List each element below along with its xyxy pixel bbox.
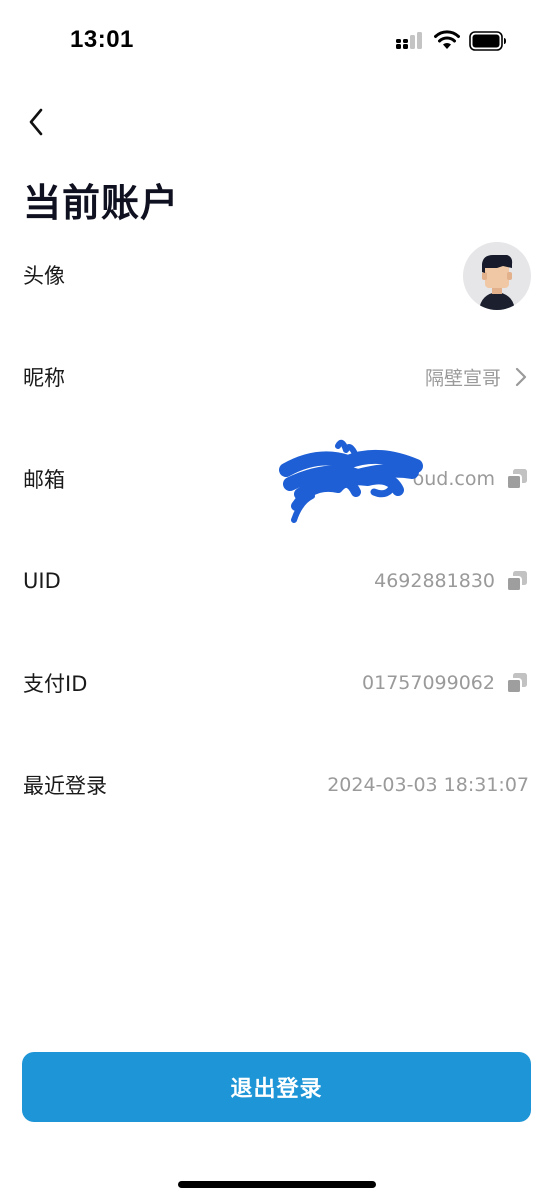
nickname-row[interactable]: 昵称 隔壁宣哥 <box>0 347 553 407</box>
uid-value: 4692881830 <box>374 570 495 592</box>
back-button[interactable] <box>16 102 56 142</box>
battery-icon <box>469 31 506 51</box>
last-login-label: 最近登录 <box>23 774 107 798</box>
pay-id-label: 支付ID <box>23 672 88 696</box>
pay-id-value: 01757099062 <box>362 672 495 694</box>
last-login-row: 最近登录 2024-03-03 18:31:07 <box>0 755 553 815</box>
avatar-label: 头像 <box>23 264 65 288</box>
copy-icon[interactable] <box>505 569 529 593</box>
uid-row: UID 4692881830 <box>0 551 553 611</box>
avatar[interactable] <box>463 242 531 310</box>
home-indicator <box>178 1181 376 1188</box>
page-title: 当前账户 <box>23 181 180 225</box>
wifi-icon <box>434 30 460 49</box>
email-label: 邮箱 <box>23 468 65 492</box>
logout-label: 退出登录 <box>230 1077 323 1102</box>
signal-icon <box>396 32 422 49</box>
chevron-left-icon <box>29 108 43 136</box>
status-bar: 13:01 <box>0 0 553 80</box>
nickname-value: 隔壁宣哥 <box>424 367 501 390</box>
last-login-value: 2024-03-03 18:31:07 <box>327 774 529 796</box>
pay-id-row: 支付ID 01757099062 <box>0 653 553 713</box>
email-row: 邮箱 oud.com <box>0 449 553 509</box>
logout-button[interactable]: 退出登录 <box>22 1052 531 1122</box>
copy-icon[interactable] <box>505 671 529 695</box>
account-screen: 13:01 当前账户 头像 昵称 隔壁宣哥 邮箱 oud.com UID 469… <box>0 0 553 1200</box>
nickname-label: 昵称 <box>23 366 65 390</box>
copy-icon[interactable] <box>505 467 529 491</box>
status-time: 13:01 <box>70 26 134 53</box>
uid-label: UID <box>23 569 61 593</box>
chevron-right-icon <box>515 367 527 387</box>
email-value: oud.com <box>412 468 495 490</box>
